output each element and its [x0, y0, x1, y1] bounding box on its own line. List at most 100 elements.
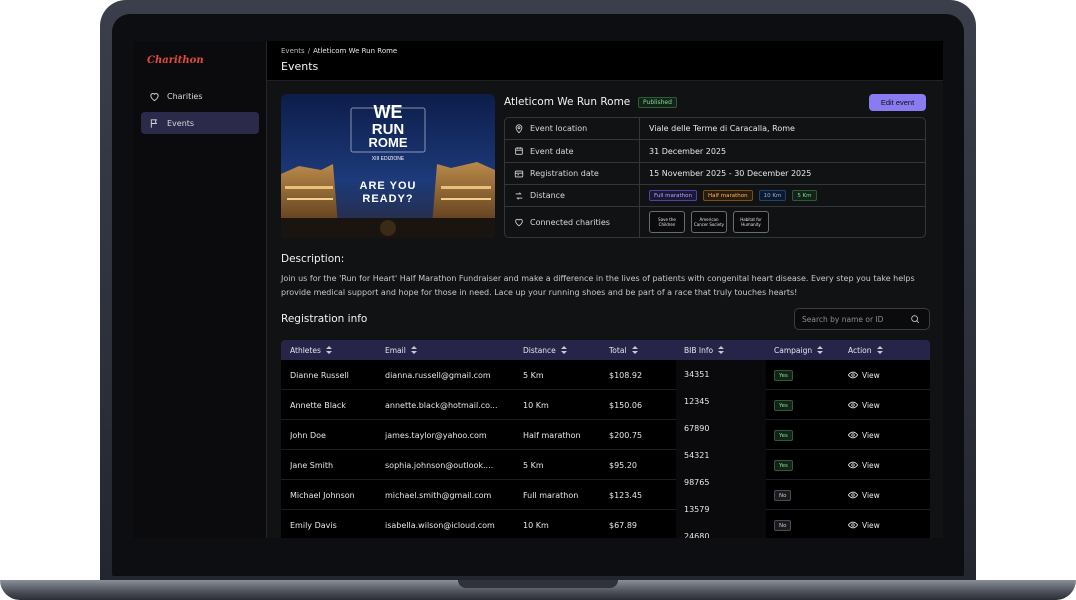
table-row[interactable]: Dianne Russell dianna.russell@gmail.com … [281, 360, 930, 390]
event-details-table: Event location Viale delle Terme di Cara… [504, 117, 926, 238]
detail-row-location: Event location Viale delle Terme di Cara… [505, 118, 925, 140]
cell-email: sophia.johnson@outlook.... [385, 460, 494, 470]
table-row[interactable]: Michael Johnson michael.smith@gmail.com … [281, 480, 930, 510]
cell-athlete: John Doe [290, 430, 326, 440]
campaign-badge: Yes [774, 399, 793, 411]
table-header: Athletes Email Distance Total BIB Info C… [281, 340, 930, 360]
cell-total: $123.45 [609, 490, 643, 500]
eye-icon [848, 401, 858, 409]
cell-bib: 13579 [684, 505, 710, 514]
column-header-action[interactable]: Action [848, 340, 883, 360]
table-row[interactable]: Jane Smith sophia.johnson@outlook.... 5 … [281, 450, 930, 480]
hero-text-tagline-2: READY? [362, 193, 413, 205]
detail-row-registration: Registration date 15 November 2025 - 30 … [505, 163, 925, 185]
charity-logo-american-cancer-society[interactable]: American Cancer Society [691, 211, 727, 233]
sort-icon [325, 346, 332, 354]
registration-table: Athletes Email Distance Total BIB Info C… [281, 340, 930, 538]
view-button[interactable]: View [848, 521, 880, 530]
cell-athlete: Emily Davis [290, 520, 337, 530]
breadcrumb: Events / Atleticom We Run Rome [281, 47, 397, 55]
sidebar-item-events[interactable]: Events [141, 112, 259, 134]
flag-icon [150, 118, 158, 128]
calendar-icon [515, 147, 523, 155]
search-input[interactable] [802, 314, 910, 324]
column-header-campaign[interactable]: Campaign [774, 340, 824, 360]
registration-calendar-icon [514, 170, 524, 177]
column-header-distance[interactable]: Distance [523, 340, 567, 360]
breadcrumb-parent-link[interactable]: Events [281, 47, 305, 55]
table-row[interactable]: Emily Davis isabella.wilson@icloud.com 1… [281, 510, 930, 538]
detail-label: Connected charities [530, 217, 610, 227]
distance-tag: Half marathon [703, 190, 753, 201]
view-button[interactable]: View [848, 431, 880, 440]
sort-icon [718, 346, 725, 354]
view-button[interactable]: View [848, 371, 880, 380]
cell-athlete: Annette Black [290, 400, 346, 410]
view-button[interactable]: View [848, 491, 880, 500]
column-header-total[interactable]: Total [609, 340, 638, 360]
sort-icon [410, 346, 417, 354]
cell-distance: 10 Km [523, 520, 549, 530]
search-icon[interactable] [910, 314, 920, 324]
sidebar-item-charities[interactable]: Charities [141, 85, 259, 107]
cell-athlete: Dianne Russell [290, 370, 349, 380]
distance-tags: Full marathon Half marathon 10 Km 5 Km [640, 190, 817, 201]
cell-total: $95.20 [609, 460, 637, 470]
heart-icon [150, 92, 159, 101]
cell-email: dianna.russell@gmail.com [385, 370, 491, 380]
page-title: Events [281, 60, 319, 73]
edit-event-button[interactable]: Edit event [869, 94, 926, 111]
detail-row-charities: Connected charities Save the Children Am… [505, 207, 925, 237]
sort-icon [560, 346, 567, 354]
campaign-badge: Yes [774, 429, 793, 441]
column-header-bib[interactable]: BIB Info [684, 340, 725, 360]
cell-bib: 67890 [684, 424, 710, 433]
campaign-badge: No [774, 489, 792, 501]
distance-tag: 10 Km [758, 190, 787, 201]
detail-value: 31 December 2025 [649, 146, 727, 156]
sidebar-item-label: Events [167, 118, 195, 128]
cell-total: $150.06 [609, 400, 643, 410]
app-screen: Charithon Charities Events Events / Atleti… [133, 41, 943, 538]
sort-icon [817, 346, 824, 354]
detail-value: Viale delle Terme di Caracalla, Rome [649, 124, 795, 133]
hero-text-edition: XIII EDIZIONE [372, 156, 405, 162]
event-cover-image: WE RUN ROME XIII EDIZIONE ARE YOU READY? [281, 94, 495, 238]
route-icon [515, 191, 523, 200]
cell-bib: 12345 [684, 397, 710, 406]
cell-bib: 54321 [684, 451, 710, 460]
app-logo: Charithon [147, 55, 204, 66]
cell-bib: 24680 [684, 532, 710, 538]
hero-text-tagline-1: ARE YOU [360, 180, 417, 192]
cell-distance: 5 Km [523, 370, 544, 380]
campaign-badge: No [774, 519, 792, 531]
hero-text-we: WE [374, 102, 403, 122]
detail-value: 15 November 2025 - 30 December 2025 [649, 169, 812, 178]
charity-logo-habitat[interactable]: Habitat for Humanity [733, 211, 769, 233]
event-title: Atleticom We Run Rome [504, 96, 631, 108]
table-row[interactable]: Annette Black annette.black@hotmail.co..… [281, 390, 930, 420]
column-header-athletes[interactable]: Athletes [290, 340, 332, 360]
cell-email: annette.black@hotmail.co... [385, 400, 498, 410]
campaign-badge: Yes [774, 369, 793, 381]
charity-logo-save-the-children[interactable]: Save the Children [649, 211, 685, 233]
cell-email: james.taylor@yahoo.com [385, 430, 487, 440]
hero-text-rome: ROME [369, 135, 408, 150]
column-header-email[interactable]: Email [385, 340, 417, 360]
charity-logos: Save the Children American Cancer Societ… [640, 211, 769, 233]
topbar: Events / Atleticom We Run Rome Events [267, 41, 943, 81]
view-button[interactable]: View [848, 401, 880, 410]
sort-icon [631, 346, 638, 354]
cell-email: isabella.wilson@icloud.com [385, 520, 495, 530]
cell-bib: 98765 [684, 478, 710, 487]
table-row[interactable]: John Doe james.taylor@yahoo.com Half mar… [281, 420, 930, 450]
detail-label: Registration date [530, 169, 599, 178]
view-button[interactable]: View [848, 461, 880, 470]
status-badge: Published [638, 97, 677, 108]
detail-label: Distance [530, 191, 565, 200]
cell-total: $67.89 [609, 520, 637, 530]
cell-bib: 34351 [684, 370, 710, 379]
cell-total: $108.92 [609, 370, 643, 380]
sidebar: Charithon Charities Events [133, 41, 267, 538]
detail-label: Event date [530, 146, 574, 156]
